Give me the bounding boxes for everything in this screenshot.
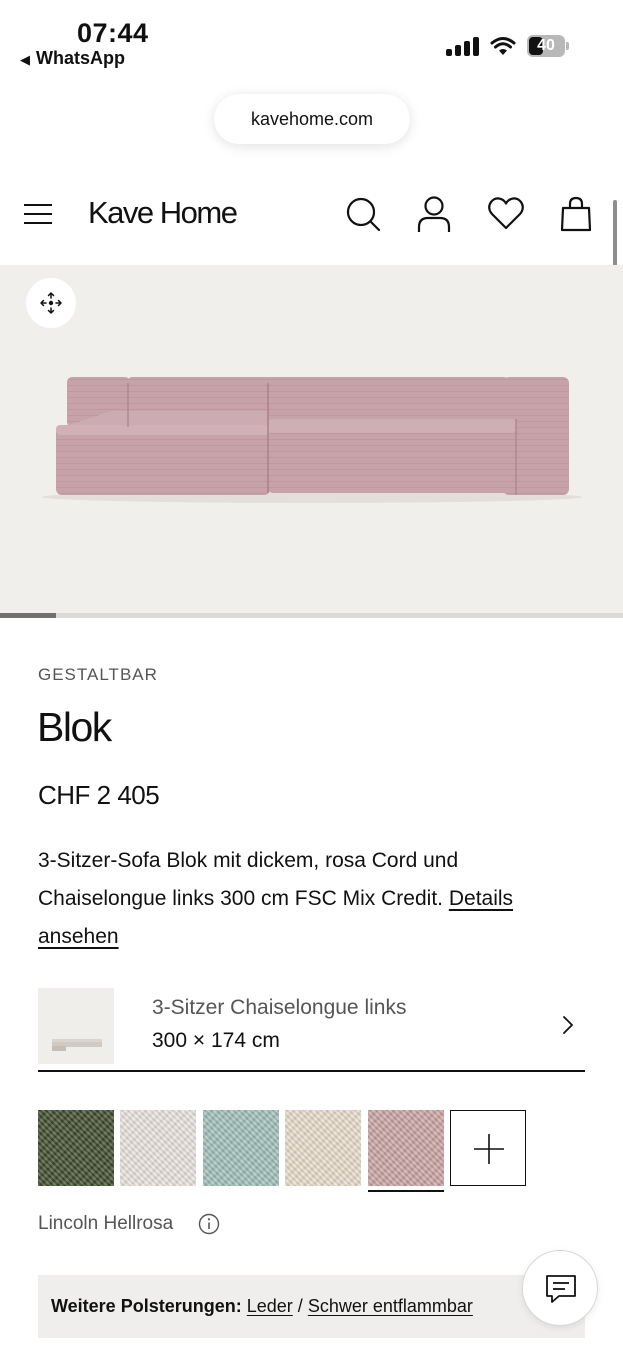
product-description: 3-Sitzer-Sofa Blok mit dickem, rosa Cord… bbox=[38, 842, 588, 956]
product-eyebrow: GESTALTBAR bbox=[38, 665, 158, 684]
configuration-thumbnail bbox=[38, 988, 114, 1064]
fabric-swatch-white[interactable] bbox=[120, 1110, 196, 1186]
url-bar[interactable]: kavehome.com bbox=[214, 94, 410, 144]
battery-icon: 40 bbox=[527, 35, 569, 57]
configuration-selector[interactable]: 3-Sitzer Chaiselongue links 300 × 174 cm bbox=[38, 988, 585, 1072]
rotate-360-icon bbox=[40, 292, 62, 314]
cellular-signal-icon bbox=[446, 36, 480, 56]
gallery-progress bbox=[0, 613, 623, 618]
fabric-swatch-mint[interactable] bbox=[203, 1110, 279, 1186]
plus-icon bbox=[474, 1134, 504, 1164]
more-upholstery-bar: Weitere Polsterungen: Leder / Schwer ent… bbox=[38, 1275, 585, 1338]
fabric-swatch-green[interactable] bbox=[38, 1110, 114, 1186]
account-icon[interactable] bbox=[414, 194, 454, 234]
heart-icon[interactable] bbox=[486, 194, 526, 234]
shopping-bag-icon[interactable] bbox=[556, 194, 596, 234]
product-image[interactable] bbox=[0, 265, 623, 613]
battery-percent: 40 bbox=[537, 37, 555, 54]
selected-fabric-label: Lincoln Hellrosa bbox=[38, 1213, 174, 1234]
fabric-swatch-light-pink[interactable] bbox=[368, 1110, 444, 1186]
more-fabrics-button[interactable] bbox=[450, 1110, 526, 1186]
gallery-progress-fill bbox=[0, 613, 57, 618]
more-upholstery-text: Weitere Polsterungen: Leder / Schwer ent… bbox=[51, 1296, 473, 1317]
back-triangle-icon: ◀ bbox=[20, 52, 30, 67]
status-time: 07:44 bbox=[77, 18, 149, 48]
status-bar: 07:44 ◀ WhatsApp 40 bbox=[0, 0, 623, 80]
configuration-name: 3-Sitzer Chaiselongue links bbox=[152, 996, 407, 1019]
back-to-app-link[interactable]: ◀ WhatsApp bbox=[20, 48, 125, 69]
site-header: Kave Home bbox=[0, 180, 623, 250]
more-upholstery-label: Weitere Polsterungen: bbox=[51, 1296, 242, 1316]
sofa-thumbnail-icon bbox=[52, 1039, 102, 1051]
selected-swatch-indicator bbox=[368, 1190, 444, 1192]
chevron-right-icon bbox=[563, 1016, 573, 1034]
search-icon[interactable] bbox=[343, 194, 383, 234]
upholstery-separator: / bbox=[297, 1296, 303, 1316]
configuration-size: 300 × 174 cm bbox=[152, 1029, 280, 1052]
menu-icon[interactable] bbox=[24, 202, 52, 226]
product-price: CHF 2 405 bbox=[38, 780, 160, 810]
sofa-illustration bbox=[42, 377, 582, 503]
chat-icon bbox=[546, 1275, 576, 1303]
view-3d-button[interactable] bbox=[26, 278, 76, 328]
site-logo[interactable]: Kave Home bbox=[88, 195, 238, 231]
description-text: 3-Sitzer-Sofa Blok mit dickem, rosa Cord… bbox=[38, 849, 459, 910]
info-icon[interactable] bbox=[198, 1213, 220, 1235]
flame-retardant-link[interactable]: Schwer entflammbar bbox=[308, 1296, 473, 1316]
wifi-icon bbox=[490, 37, 516, 55]
product-title: Blok bbox=[37, 704, 112, 750]
back-app-label: WhatsApp bbox=[36, 48, 125, 68]
fabric-swatch-cream[interactable] bbox=[285, 1110, 361, 1186]
leather-link[interactable]: Leder bbox=[247, 1296, 293, 1316]
fabric-swatches bbox=[38, 1110, 538, 1194]
chat-button[interactable] bbox=[522, 1250, 598, 1326]
